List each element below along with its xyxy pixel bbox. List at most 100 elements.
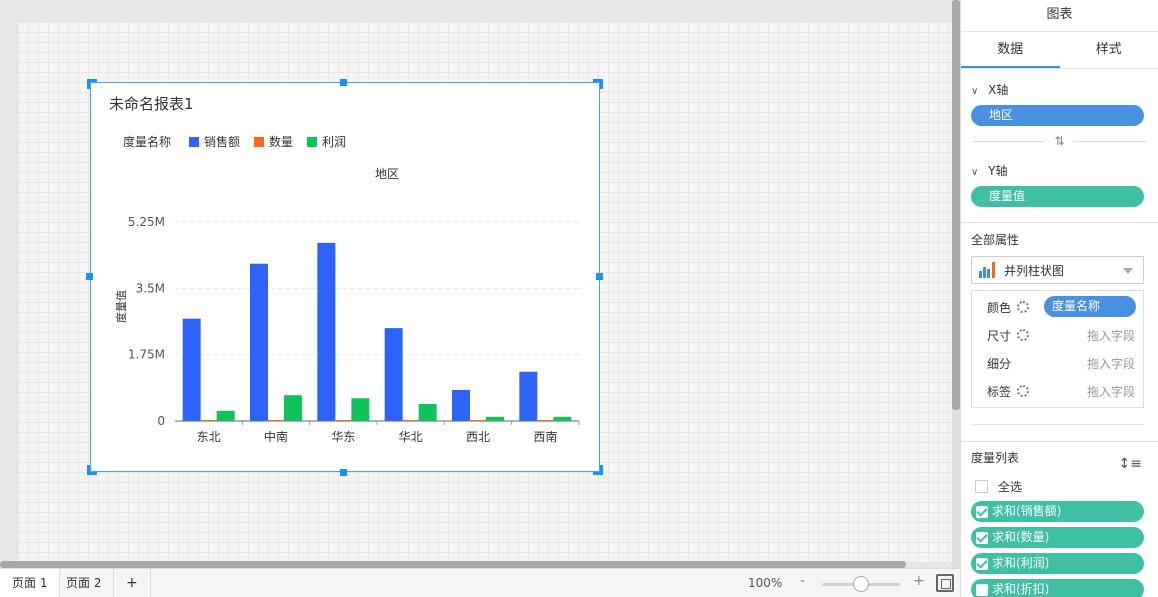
measure-item-profit[interactable]: 求和(利润) [971, 553, 1144, 574]
prop-detail-label: 细分 [987, 356, 1012, 371]
zoom-out-button[interactable]: - [800, 573, 805, 589]
measure-label: 求和(销售额) [992, 504, 1062, 518]
prop-detail: 细分 拖入字段 [972, 349, 1143, 377]
y-tick-label: 3.5M [136, 281, 165, 295]
measure-item-quantity[interactable]: 求和(数量) [971, 527, 1144, 548]
resize-handle-top[interactable] [340, 79, 347, 86]
bar-1-0 [199, 420, 218, 421]
gear-icon[interactable] [1017, 385, 1029, 397]
measure-list-header: 度量列表 ↕≡ [961, 442, 1158, 474]
chart-type-select[interactable]: 并列柱状图 [971, 256, 1144, 284]
detail-drop-zone[interactable]: 拖入字段 [1087, 355, 1135, 372]
bar-2-2 [351, 398, 370, 421]
checkbox-checked-icon[interactable] [976, 557, 988, 570]
color-field-pill[interactable]: 度量名称 [1044, 296, 1136, 317]
select-all-label: 全选 [998, 479, 1023, 494]
dropdown-arrow-icon [1123, 268, 1133, 274]
bar-0-2 [317, 242, 336, 421]
x-axis-title: 地区 [375, 167, 399, 181]
bar-1-4 [469, 420, 487, 421]
y-axis-section[interactable]: ∨ Y轴 [961, 156, 1158, 186]
resize-handle-top-right[interactable] [593, 79, 603, 89]
zoom-level: 100% [748, 576, 783, 590]
prop-size-label: 尺寸 [987, 328, 1012, 343]
bar-2-0 [216, 410, 235, 421]
resize-handle-bottom-right[interactable] [593, 465, 603, 475]
x-tick-label: 华北 [399, 430, 423, 444]
bar-1-5 [536, 420, 555, 421]
prop-color: 颜色 度量名称 [972, 293, 1143, 321]
measure-list-title: 度量列表 [971, 451, 1020, 465]
measure-item-sales[interactable]: 求和(销售额) [971, 501, 1144, 522]
bar-0-0 [182, 318, 201, 421]
page-tab-2[interactable]: 页面 2 [54, 569, 115, 597]
chart-config-panel: 图表 数据 样式 ∨ X轴 地区 ⇅ ∨ Y轴 度量值 全部属性 并列柱状图 颜… [960, 0, 1158, 597]
bar-0-3 [384, 328, 403, 421]
chevron-down-icon: ∨ [971, 86, 979, 97]
swap-axes-button[interactable]: ⇅ [961, 126, 1158, 156]
bar-2-4 [486, 416, 504, 421]
grouped-bar-chart-icon [978, 262, 998, 278]
x-tick-label: 中南 [264, 429, 288, 444]
x-axis-section[interactable]: ∨ X轴 [961, 75, 1158, 105]
report-canvas[interactable]: 未命名报表1 度量名称 销售额 数量 利润 地区 度量值 0 1.75M 3.5M 5.2… [0, 0, 952, 568]
gear-icon[interactable] [1017, 301, 1029, 313]
measure-label: 求和(数量) [992, 530, 1050, 544]
prop-tag: 标签 拖入字段 [972, 377, 1143, 405]
select-all-checkbox[interactable] [975, 479, 988, 493]
sort-icon[interactable]: ↕≡ [1119, 448, 1142, 480]
bar-2-3 [418, 403, 437, 421]
tab-style[interactable]: 样式 [1060, 32, 1158, 68]
vertical-scrollbar[interactable] [952, 0, 960, 410]
panel-tabs: 数据 样式 [961, 32, 1158, 69]
page-tab-1[interactable]: 页面 1 [0, 569, 61, 597]
resize-handle-bottom-left[interactable] [87, 465, 97, 475]
tag-drop-zone[interactable]: 拖入字段 [1087, 383, 1135, 400]
y-axis-title: 度量值 [114, 290, 128, 323]
checkbox-checked-icon[interactable] [976, 531, 988, 544]
app: 未命名报表1 度量名称 销售额 数量 利润 地区 度量值 0 1.75M 3.5M 5.2… [0, 0, 1158, 597]
resize-handle-left[interactable] [86, 273, 93, 280]
chevron-down-icon: ∨ [971, 167, 979, 178]
divider [971, 424, 1144, 425]
resize-handle-bottom[interactable] [340, 469, 347, 476]
checkbox-icon[interactable] [976, 583, 988, 596]
prop-color-label: 颜色 [987, 300, 1012, 315]
swap-icon: ⇅ [1054, 134, 1065, 148]
bar-2-5 [553, 416, 572, 421]
mark-properties: 颜色 度量名称 尺寸 拖入字段 细分 拖入字段 标签 拖入字段 [971, 290, 1144, 408]
page-bar: 页面 1 页面 2 + 100% - + [0, 568, 960, 597]
bar-1-2 [334, 420, 353, 421]
add-page-button[interactable]: + [114, 569, 151, 597]
horizontal-scrollbar[interactable] [0, 561, 906, 568]
y-axis-field-pill[interactable]: 度量值 [971, 186, 1144, 207]
measure-label: 求和(折扣) [992, 582, 1050, 596]
bar-2-1 [284, 395, 302, 421]
x-axis-label: X轴 [988, 83, 1009, 97]
bar-0-4 [452, 389, 470, 421]
chart-type-value: 并列柱状图 [1004, 263, 1065, 278]
bar-chart: 地区度量值 0 1.75M 3.5M 5.25M 东北 中南 华东 华北 西北 西南 [114, 167, 580, 444]
x-axis-field-pill[interactable]: 地区 [971, 105, 1144, 126]
panel-title: 图表 [961, 0, 1158, 32]
x-tick-label: 华东 [331, 430, 355, 444]
measure-label: 求和(利润) [992, 556, 1050, 570]
prop-size: 尺寸 拖入字段 [972, 321, 1143, 349]
resize-handle-top-left[interactable] [87, 79, 97, 89]
y-axis-label: Y轴 [988, 164, 1008, 178]
size-drop-zone[interactable]: 拖入字段 [1087, 327, 1135, 344]
bar-0-5 [519, 371, 538, 421]
checkbox-checked-icon[interactable] [976, 505, 988, 518]
tab-data[interactable]: 数据 [961, 32, 1060, 68]
y-tick-label: 5.25M [128, 215, 165, 229]
gear-icon[interactable] [1017, 329, 1029, 341]
zoom-slider-thumb[interactable] [853, 576, 869, 592]
measure-item-discount[interactable]: 求和(折扣) [971, 579, 1144, 597]
fit-screen-icon[interactable] [936, 574, 954, 592]
chart-widget[interactable]: 未命名报表1 度量名称 销售额 数量 利润 地区 度量值 0 1.75M 3.5M 5.2… [90, 82, 600, 472]
bar-1-3 [401, 420, 420, 421]
resize-handle-right[interactable] [596, 273, 603, 280]
prop-tag-label: 标签 [987, 384, 1012, 399]
zoom-in-button[interactable]: + [913, 573, 925, 589]
bar-0-1 [250, 263, 268, 421]
